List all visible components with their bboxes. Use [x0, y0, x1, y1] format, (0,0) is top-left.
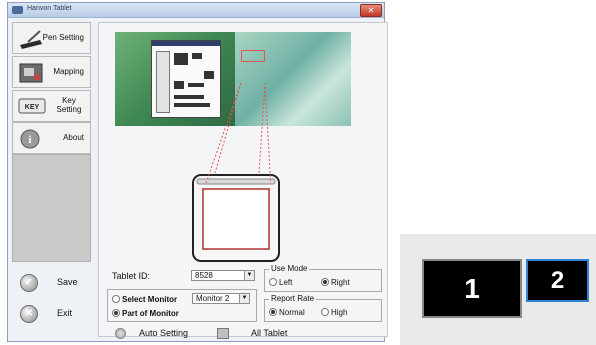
- key-text: KEY: [25, 104, 40, 111]
- tablet-app-icon: [12, 6, 23, 14]
- radio-label: Select Monitor: [122, 295, 178, 304]
- bottom-actions: ✓ Save ✕ Exit: [12, 268, 91, 338]
- monitor-2-box[interactable]: 2: [526, 259, 589, 302]
- sidebar-item-label: Mapping: [53, 67, 84, 76]
- monitor-select[interactable]: Monitor 2 ▼: [192, 293, 250, 304]
- sidebar-item-label: Key Setting: [56, 96, 82, 114]
- save-button[interactable]: Save: [57, 277, 78, 287]
- sidebar-empty-area: [12, 154, 91, 262]
- use-mode-legend: Use Mode: [269, 264, 310, 273]
- title-bar: Hanvon Tablet ✕: [8, 3, 384, 18]
- part-of-monitor-radio[interactable]: Part of Monitor: [112, 309, 179, 318]
- sidebar-item-mapping[interactable]: Mapping: [12, 56, 91, 88]
- window-title: Hanvon Tablet: [27, 5, 72, 12]
- select-monitor-radio[interactable]: Select Monitor: [112, 295, 177, 304]
- monitor-value: Monitor 2: [196, 294, 230, 303]
- tablet-illustration: [192, 174, 280, 262]
- exit-button[interactable]: Exit: [57, 308, 72, 318]
- svg-text:i: i: [28, 134, 31, 146]
- sidebar-item-label: Pen Setting: [42, 33, 84, 42]
- chevron-down-icon: ▼: [239, 294, 249, 303]
- radio-label: Part of Monitor: [122, 309, 179, 318]
- monitor-selection-group: Select Monitor Monitor 2 ▼ Part of Monit…: [107, 289, 257, 322]
- use-mode-group: Use Mode Left Right: [264, 264, 382, 292]
- tablet-active-area: [202, 188, 270, 250]
- use-mode-left-radio[interactable]: Left: [269, 278, 292, 287]
- tablet-id-value: 8528: [195, 271, 213, 280]
- app-window: Hanvon Tablet ✕ Pen Setting Mapping KEY …: [7, 2, 388, 342]
- sidebar-item-pen-setting[interactable]: Pen Setting: [12, 22, 91, 54]
- report-rate-high-radio[interactable]: High: [321, 308, 347, 317]
- radio-label: Normal: [279, 308, 305, 317]
- auto-setting-icon[interactable]: [115, 328, 126, 339]
- tablet-id-select[interactable]: 8528 ▼: [191, 270, 255, 281]
- radio-label: Right: [331, 278, 350, 287]
- radio-label: High: [331, 308, 348, 317]
- tablet-id-label: Tablet ID:: [112, 271, 151, 281]
- all-tablet-button[interactable]: All Tablet: [251, 328, 287, 338]
- info-icon: i: [18, 128, 42, 152]
- projection-lines: [205, 82, 272, 183]
- sidebar-item-label: About: [63, 133, 84, 142]
- all-tablet-icon[interactable]: [217, 328, 229, 339]
- chevron-down-icon: ▼: [244, 271, 254, 280]
- sidebar-item-about[interactable]: i About: [12, 122, 91, 154]
- use-mode-right-radio[interactable]: Right: [321, 278, 350, 287]
- report-rate-normal-radio[interactable]: Normal: [269, 308, 305, 317]
- keyboard-icon: KEY: [18, 96, 46, 120]
- monitor-1-box[interactable]: 1: [422, 259, 522, 318]
- close-button[interactable]: ✕: [360, 4, 382, 17]
- radio-label: Left: [279, 278, 293, 287]
- exit-icon[interactable]: ✕: [20, 305, 38, 323]
- mapping-panel: Tablet ID: 8528 ▼ Use Mode Left Right Se…: [98, 22, 388, 339]
- report-rate-legend: Report Rate: [269, 294, 317, 303]
- auto-setting-button[interactable]: Auto Setting: [139, 328, 188, 338]
- sidebar-item-key-setting[interactable]: KEY Key Setting: [12, 90, 91, 122]
- save-icon[interactable]: ✓: [20, 274, 38, 292]
- mapping-icon: [18, 62, 44, 86]
- pen-tablet-icon: [18, 28, 44, 52]
- report-rate-group: Report Rate Normal High: [264, 294, 382, 322]
